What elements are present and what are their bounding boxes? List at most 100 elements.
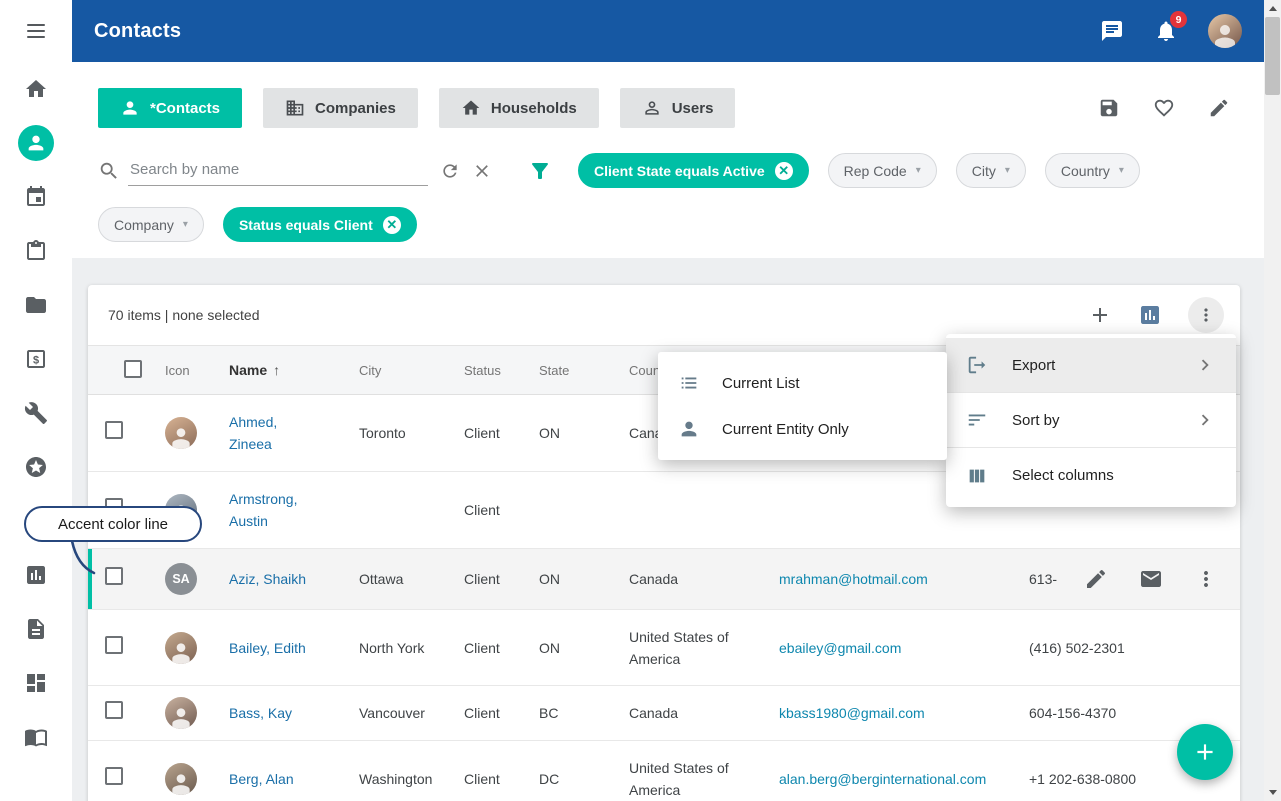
contact-name-link[interactable]: Bailey, Edith — [229, 637, 306, 659]
chevron-right-icon — [1194, 409, 1216, 431]
tab-label: Users — [672, 100, 714, 117]
sidebar-item-calendar[interactable] — [0, 185, 72, 209]
table-row[interactable]: Bailey, Edith North York Client ON Unite… — [88, 610, 1240, 686]
email-link[interactable]: mrahman@hotmail.com — [779, 571, 928, 587]
search-input[interactable] — [128, 155, 428, 186]
column-header-state[interactable]: State — [522, 363, 612, 378]
sidebar-item-tasks[interactable] — [0, 239, 72, 263]
row-checkbox[interactable] — [105, 701, 123, 719]
user-avatar[interactable] — [1208, 14, 1242, 48]
columns-icon — [966, 465, 988, 487]
export-submenu: Current List Current Entity Only — [658, 352, 947, 460]
contact-avatar — [165, 632, 197, 664]
contact-name-link[interactable]: Ahmed, Zineea — [229, 411, 317, 455]
filter-chip-client-state[interactable]: Client State equals Active ✕ — [578, 153, 809, 188]
submenu-item-label: Current Entity Only — [722, 421, 849, 438]
email-link[interactable]: alan.berg@berginternational.com — [779, 771, 986, 787]
tab-households[interactable]: Households — [439, 88, 599, 128]
menu-toggle-button[interactable] — [0, 19, 72, 43]
edit-pencil-icon[interactable] — [1208, 97, 1230, 119]
person-silhouette-icon — [168, 424, 194, 449]
more-vertical-icon[interactable] — [1194, 567, 1218, 591]
email-link[interactable]: ebailey@gmail.com — [779, 640, 901, 656]
scroll-down-arrow[interactable] — [1264, 784, 1281, 801]
chevron-down-icon: ▾ — [183, 219, 188, 230]
sidebar-item-billing[interactable]: $ — [0, 347, 72, 371]
sidebar-item-directory[interactable] — [0, 725, 72, 749]
submenu-item-label: Current List — [722, 375, 800, 392]
person-icon — [120, 98, 140, 118]
clear-search-icon[interactable] — [472, 161, 492, 181]
add-icon[interactable] — [1088, 303, 1112, 327]
insert-chart-icon[interactable] — [1138, 303, 1162, 327]
tab-companies[interactable]: Companies — [263, 88, 418, 128]
page-title: Contacts — [94, 20, 1100, 43]
contact-name-link[interactable]: Aziz, Shaikh — [229, 568, 306, 590]
filter-chip-company[interactable]: Company ▾ — [98, 207, 204, 242]
tab-contacts[interactable]: *Contacts — [98, 88, 242, 128]
row-checkbox[interactable] — [105, 767, 123, 785]
vertical-scrollbar[interactable] — [1264, 0, 1281, 801]
menu-item-select-columns[interactable]: Select columns — [946, 448, 1236, 503]
contact-name-link[interactable]: Armstrong, Austin — [229, 488, 317, 532]
row-checkbox[interactable] — [105, 421, 123, 439]
person-outline-icon — [642, 98, 662, 118]
sidebar-item-featured[interactable] — [0, 455, 72, 479]
chevron-down-icon: ▾ — [916, 165, 921, 176]
column-header-city[interactable]: City — [342, 363, 447, 378]
table-row[interactable]: Bass, Kay Vancouver Client BC Canada kba… — [88, 686, 1240, 741]
contact-name-link[interactable]: Berg, Alan — [229, 768, 294, 790]
sidebar-item-documents-folder[interactable] — [0, 293, 72, 317]
add-contact-fab[interactable] — [1177, 724, 1233, 780]
remove-filter-icon[interactable]: ✕ — [775, 162, 793, 180]
row-checkbox[interactable] — [105, 636, 123, 654]
email-envelope-icon[interactable] — [1139, 567, 1163, 591]
table-row-highlighted[interactable]: SA Aziz, Shaikh Ottawa Client ON Canada … — [88, 549, 1240, 610]
cell-phone: (416) 502-2301 — [1012, 637, 1142, 659]
filter-chip-city[interactable]: City ▾ — [956, 153, 1026, 188]
dashboard-icon — [24, 671, 48, 695]
scrollbar-thumb[interactable] — [1265, 17, 1280, 95]
filter-funnel-icon[interactable] — [528, 159, 552, 183]
sidebar-item-contacts[interactable] — [0, 131, 72, 155]
edit-pencil-icon[interactable] — [1084, 567, 1108, 591]
app-window: $ Contacts 9 — [0, 0, 1281, 801]
sidebar-item-dashboard[interactable] — [0, 671, 72, 695]
column-header-status[interactable]: Status — [447, 363, 522, 378]
cell-state: DC — [522, 768, 612, 790]
tab-users[interactable]: Users — [620, 88, 736, 128]
email-link[interactable]: kbass1980@gmail.com — [779, 705, 925, 721]
cell-state: ON — [522, 568, 612, 590]
sidebar-item-files[interactable] — [0, 617, 72, 641]
row-checkbox[interactable] — [105, 567, 123, 585]
select-all-checkbox[interactable] — [124, 360, 142, 378]
remove-filter-icon[interactable]: ✕ — [383, 216, 401, 234]
filter-chip-rep-code[interactable]: Rep Code ▾ — [828, 153, 937, 188]
submenu-item-current-entity[interactable]: Current Entity Only — [658, 406, 947, 452]
save-icon[interactable] — [1098, 97, 1120, 119]
refresh-icon[interactable] — [440, 161, 460, 181]
chat-icon[interactable] — [1100, 19, 1124, 43]
scroll-up-arrow[interactable] — [1264, 0, 1281, 17]
contact-name-link[interactable]: Bass, Kay — [229, 702, 292, 724]
table-row[interactable]: Berg, Alan Washington Client DC United S… — [88, 741, 1240, 801]
menu-item-sort-by[interactable]: Sort by — [946, 393, 1236, 448]
chip-label: Status equals Client — [239, 217, 373, 233]
submenu-item-current-list[interactable]: Current List — [658, 360, 947, 406]
menu-item-export[interactable]: Export — [946, 338, 1236, 393]
filter-chip-status[interactable]: Status equals Client ✕ — [223, 207, 417, 242]
column-header-icon[interactable]: Icon — [148, 363, 212, 378]
list-summary: 70 items | none selected — [108, 307, 1088, 323]
filter-chip-country[interactable]: Country ▾ — [1045, 153, 1140, 188]
list-more-button[interactable] — [1188, 297, 1224, 333]
cell-country: United States of America — [612, 626, 762, 670]
sidebar-item-home[interactable] — [0, 77, 72, 101]
favorite-icon[interactable] — [1153, 97, 1175, 119]
sidebar-item-tools[interactable] — [0, 401, 72, 425]
book-icon — [24, 725, 48, 749]
notification-badge: 9 — [1170, 11, 1187, 28]
cell-city: Vancouver — [342, 702, 447, 724]
column-header-name[interactable]: Name↑ — [212, 362, 342, 378]
notifications-button[interactable]: 9 — [1154, 19, 1178, 43]
list-options-menu: Export Sort by Select columns — [946, 334, 1236, 507]
